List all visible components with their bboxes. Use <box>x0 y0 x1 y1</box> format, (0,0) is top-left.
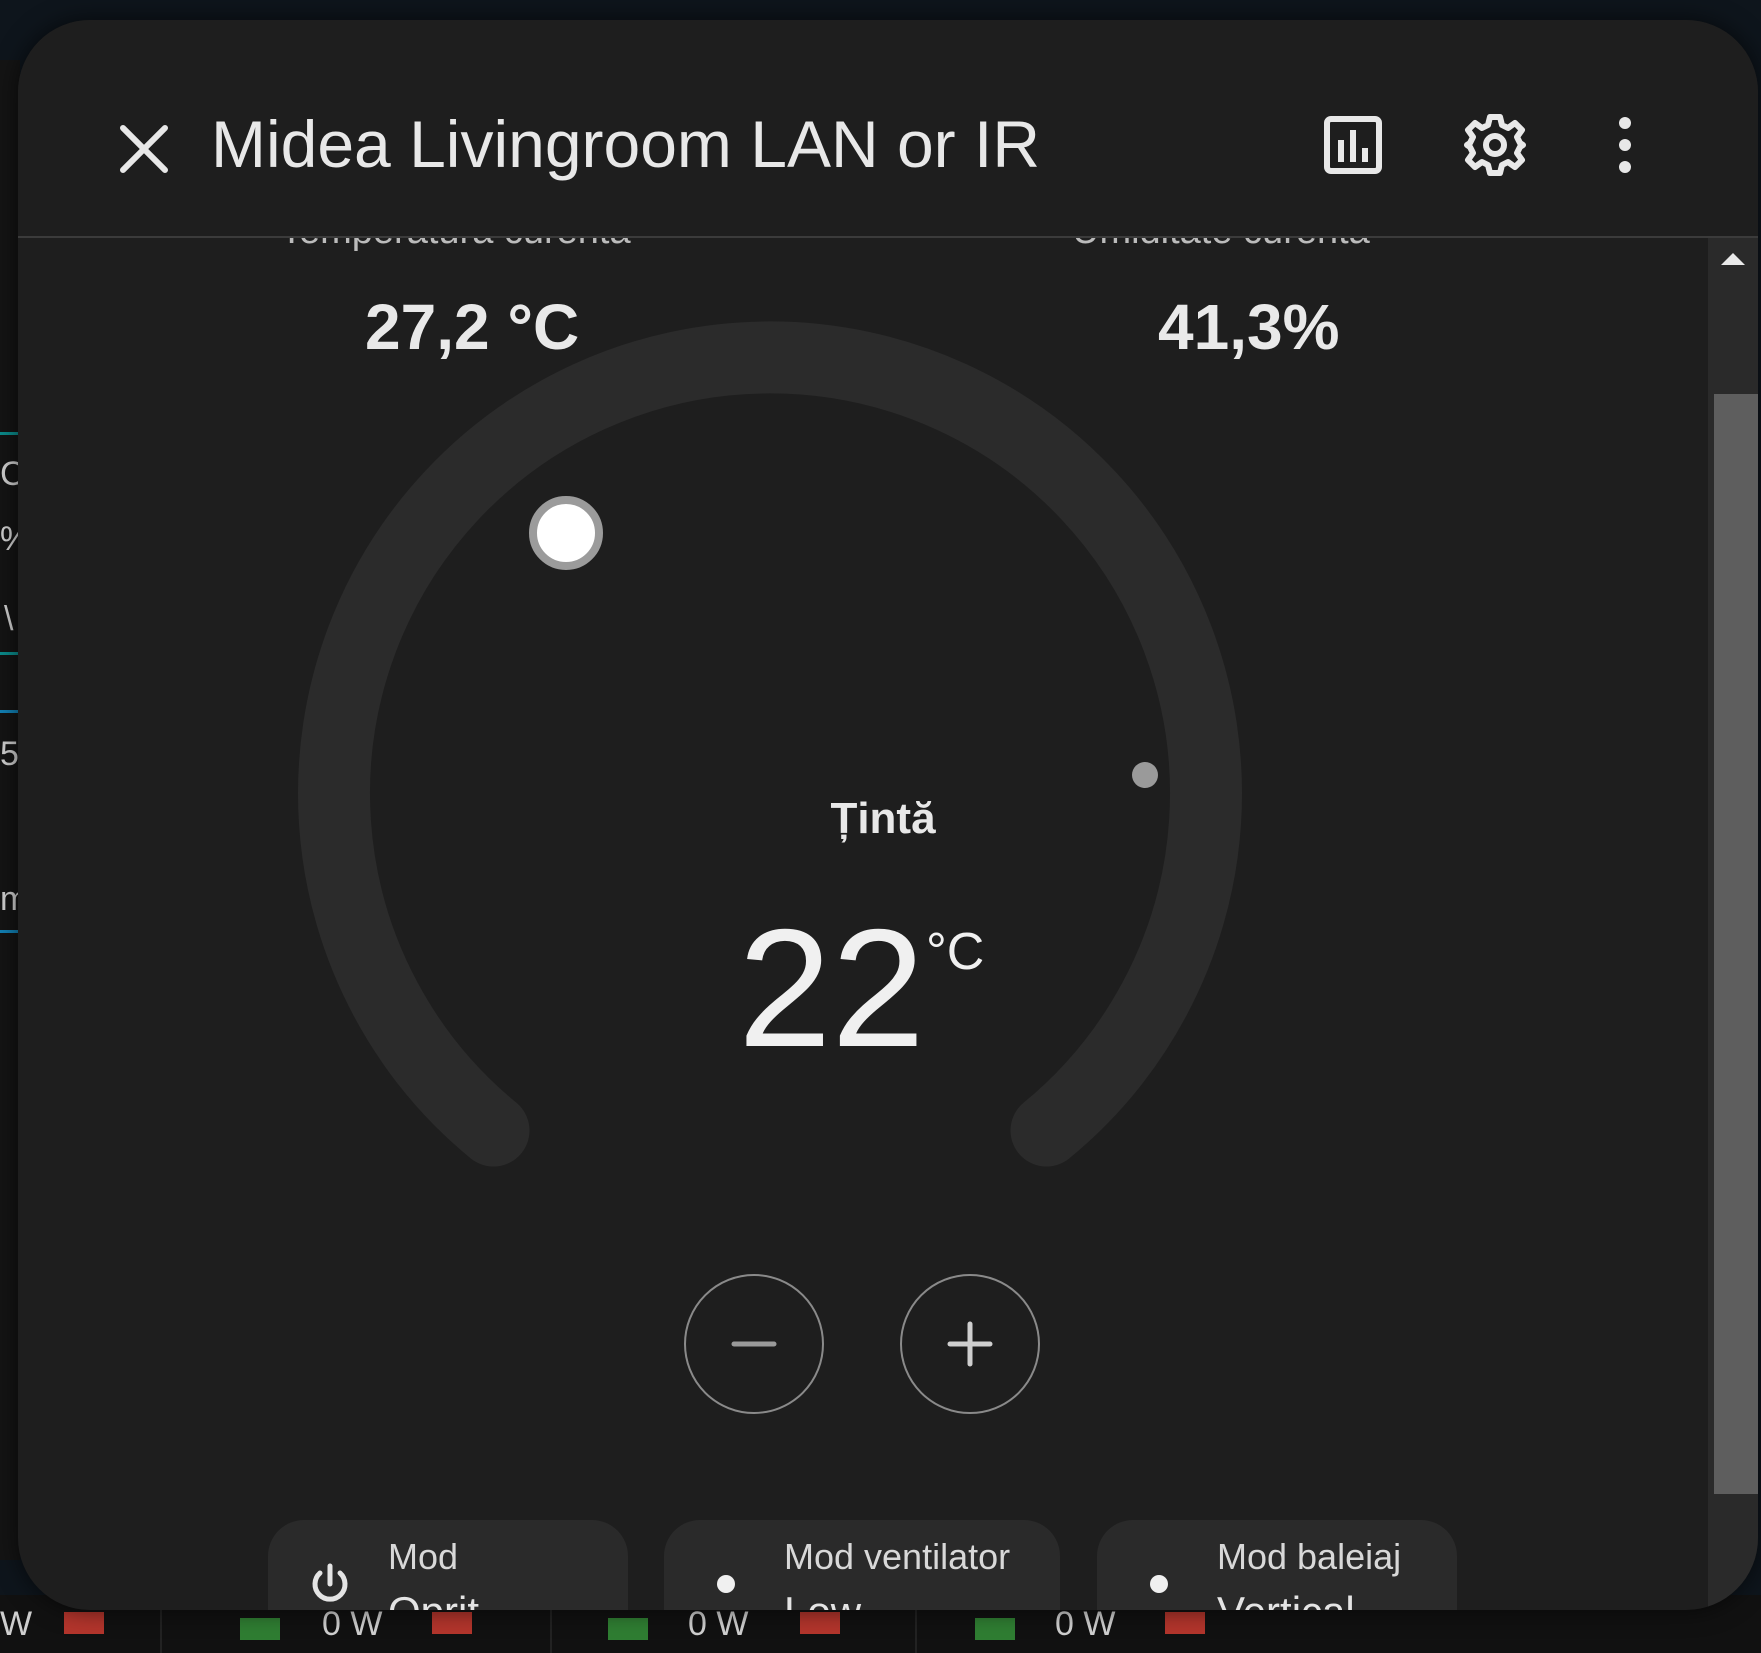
background-fragment: \ <box>4 600 14 638</box>
background-card-divider <box>550 1605 552 1653</box>
decrease-temperature-button[interactable] <box>684 1274 824 1414</box>
dialog-content: Temperatura curentă 27,2 °C Umiditate cu… <box>18 238 1708 1610</box>
background-power-reading: 0 W <box>322 1605 383 1643</box>
dialog-title: Midea Livingroom LAN or IR <box>211 107 1040 181</box>
background-accent-line <box>0 652 18 655</box>
background-gauge-red <box>1165 1612 1205 1634</box>
dot-icon <box>1150 1575 1168 1593</box>
swing-mode-title: Mod baleiaj <box>1217 1536 1402 1577</box>
close-icon <box>120 125 168 173</box>
plus-icon <box>947 1321 993 1367</box>
scroll-down-arrow-icon[interactable] <box>1718 1598 1748 1610</box>
target-temperature-value: 22 <box>738 894 925 1082</box>
background-accent-line <box>0 930 18 933</box>
background-accent-line <box>0 432 18 435</box>
background-gauge-red <box>64 1612 104 1634</box>
history-button[interactable] <box>1308 100 1398 190</box>
content-scrollbar[interactable] <box>1708 238 1758 1610</box>
scrollbar-thumb[interactable] <box>1714 394 1758 1494</box>
dot-icon <box>717 1575 735 1593</box>
background-accent-line <box>0 710 18 713</box>
minus-icon <box>731 1341 777 1347</box>
background-gauge-green <box>608 1618 648 1640</box>
more-options-button[interactable] <box>1580 100 1670 190</box>
scroll-up-arrow-icon[interactable] <box>1718 250 1748 270</box>
background-gauge-green <box>975 1618 1015 1640</box>
hvac-mode-title: Mod <box>388 1536 459 1577</box>
dialog-header: Midea Livingroom LAN or IR <box>18 20 1758 238</box>
background-card-divider <box>915 1605 917 1653</box>
increase-temperature-button[interactable] <box>900 1274 1040 1414</box>
gear-icon <box>1464 114 1526 176</box>
background-gauge-green <box>240 1618 280 1640</box>
target-label: Țintă <box>830 794 936 843</box>
swing-mode-control[interactable]: Mod baleiaj Vertical <box>1097 1520 1457 1610</box>
hvac-mode-value: Oprit <box>388 1588 479 1610</box>
more-info-dialog: Midea Livingroom LAN or IR 27,2 °C 41,3%… <box>18 20 1758 1610</box>
dial-knob <box>529 496 603 570</box>
background-power-reading: 0 W <box>688 1605 749 1643</box>
close-button[interactable] <box>86 90 202 206</box>
power-icon <box>312 1563 348 1602</box>
background-gauge-red <box>432 1612 472 1634</box>
fan-mode-title: Mod ventilator <box>784 1536 1011 1577</box>
swing-mode-value: Vertical <box>1217 1588 1355 1610</box>
fan-mode-value: Low <box>784 1588 861 1610</box>
current-temperature-marker <box>1132 762 1158 788</box>
dots-vertical-icon <box>1619 117 1631 173</box>
background-power-reading: W <box>0 1605 33 1643</box>
background-gauge-red <box>800 1612 840 1634</box>
background-dashboard-left <box>0 60 20 1560</box>
background-card-divider <box>160 1605 162 1653</box>
chart-box-icon <box>1324 116 1382 174</box>
hvac-mode-control[interactable]: Mod Oprit <box>268 1520 628 1610</box>
background-power-reading: 0 W <box>1055 1605 1116 1643</box>
settings-button[interactable] <box>1450 100 1540 190</box>
target-temperature-unit: °C <box>926 923 985 981</box>
fan-mode-control[interactable]: Mod ventilator Low <box>664 1520 1060 1610</box>
